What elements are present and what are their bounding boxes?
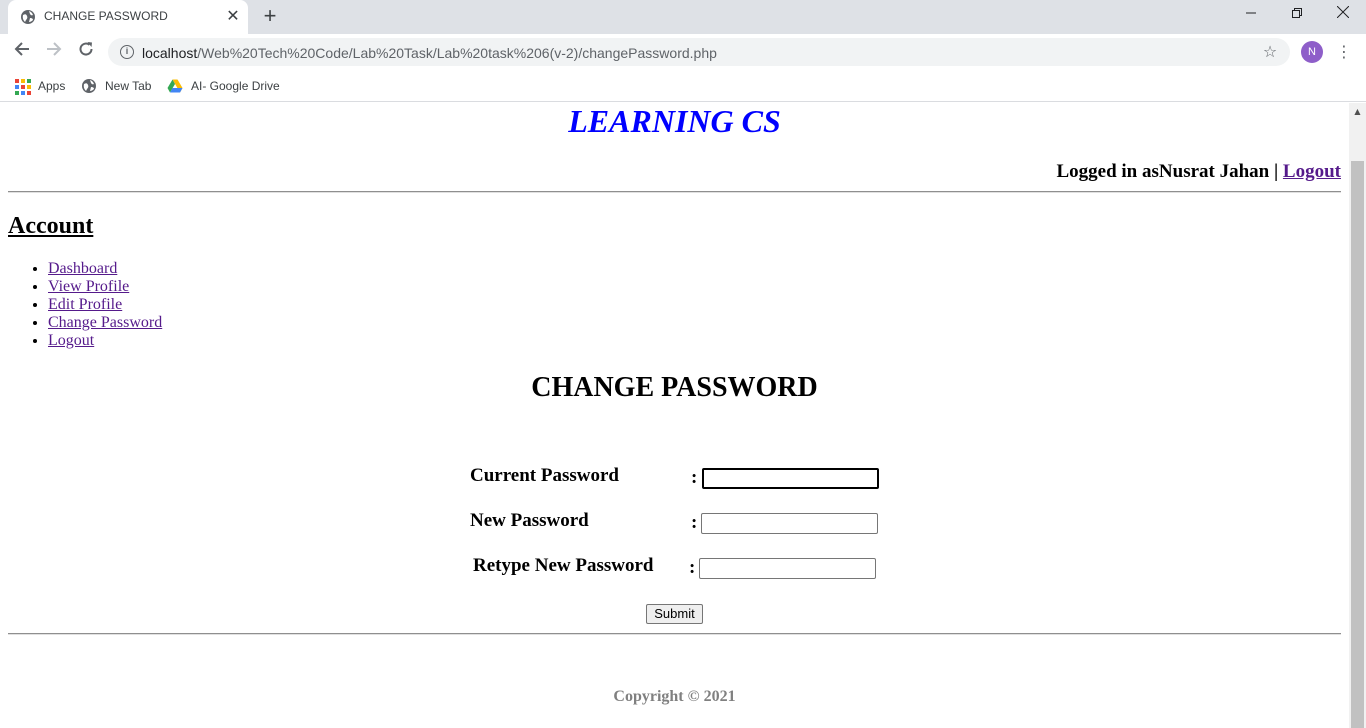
new-password-label: New Password [470,510,589,531]
site-title: LEARNING CS [568,103,781,139]
logout-link[interactable]: Logout [48,332,94,349]
restore-icon[interactable] [1274,0,1320,30]
bookmark-new-tab[interactable]: New Tab [81,76,151,96]
info-icon[interactable]: i [120,45,134,59]
new-password-input[interactable] [701,513,878,534]
new-password-colon: : [691,512,698,533]
menu-item-view-profile: View Profile [48,278,162,296]
new-tab-button[interactable]: + [258,5,282,29]
account-menu: Dashboard View Profile Edit Profile Chan… [48,260,162,350]
menu-item-logout: Logout [48,332,162,350]
url-path: /Web%20Tech%20Code/Lab%20Task/Lab%20task… [197,45,717,61]
page-scrollbar[interactable]: ▲ [1349,103,1366,728]
submit-button[interactable]: Submit [646,604,703,624]
bookmark-star-icon[interactable]: ☆ [1260,42,1280,62]
globe-icon [21,10,35,24]
login-separator: | [1269,161,1283,182]
current-password-input[interactable] [702,468,879,489]
view-profile-link[interactable]: View Profile [48,278,129,295]
reload-icon[interactable] [72,38,100,66]
browser-tab[interactable]: CHANGE PASSWORD ✕ [8,0,248,34]
page-viewport: LEARNING CS Logged in asNusrat Jahan | L… [0,103,1349,728]
menu-item-change-password: Change Password [48,314,162,332]
retype-password-label: Retype New Password [473,555,654,576]
header-logout-link[interactable]: Logout [1283,161,1341,182]
footer-divider [8,633,1341,635]
more-menu-icon[interactable]: ⋮ [1334,38,1354,66]
address-bar[interactable]: i localhost/Web%20Tech%20Code/Lab%20Task… [108,38,1290,66]
retype-password-colon: : [689,557,696,578]
bookmarks-bar: Apps New Tab AI- Google Drive [0,70,1366,102]
bookmark-google-drive[interactable]: AI- Google Drive [167,76,280,96]
tab-title: CHANGE PASSWORD [44,9,168,23]
account-heading: Account [8,213,94,239]
close-window-icon[interactable] [1320,0,1366,30]
header-divider [8,191,1341,193]
login-prefix: Logged in as [1056,161,1159,182]
bookmark-label: Apps [38,79,66,93]
dashboard-link[interactable]: Dashboard [48,260,117,277]
bookmark-label: AI- Google Drive [191,79,280,93]
forward-arrow-icon[interactable] [40,38,68,66]
copyright-text: Copyright © 2021 [613,688,736,705]
apps-grid-icon [14,78,31,95]
login-info: Logged in asNusrat Jahan | Logout [1056,161,1341,183]
form-title: CHANGE PASSWORD [531,372,818,403]
globe-icon [82,79,96,93]
current-password-label: Current Password [470,465,620,486]
menu-item-edit-profile: Edit Profile [48,296,162,314]
minimize-icon[interactable] [1228,0,1274,30]
user-name: Nusrat Jahan [1158,161,1270,182]
google-drive-icon [167,79,183,93]
browser-toolbar: i localhost/Web%20Tech%20Code/Lab%20Task… [0,34,1366,70]
browser-tab-bar: CHANGE PASSWORD ✕ + [0,0,1366,34]
edit-profile-link[interactable]: Edit Profile [48,296,122,313]
url-text[interactable]: localhost/Web%20Tech%20Code/Lab%20Task/L… [142,45,717,61]
back-arrow-icon[interactable] [8,38,36,66]
url-host: localhost [142,45,198,61]
close-tab-icon[interactable]: ✕ [224,8,242,26]
retype-password-input[interactable] [699,558,876,579]
current-password-colon: : [691,467,698,488]
bookmark-label: New Tab [105,79,152,93]
bookmark-apps[interactable]: Apps [14,76,65,96]
profile-avatar[interactable]: N [1301,41,1323,63]
scroll-up-arrow-icon[interactable]: ▲ [1349,103,1366,120]
menu-item-dashboard: Dashboard [48,260,162,278]
scroll-thumb[interactable] [1351,161,1364,728]
change-password-link[interactable]: Change Password [48,314,162,331]
